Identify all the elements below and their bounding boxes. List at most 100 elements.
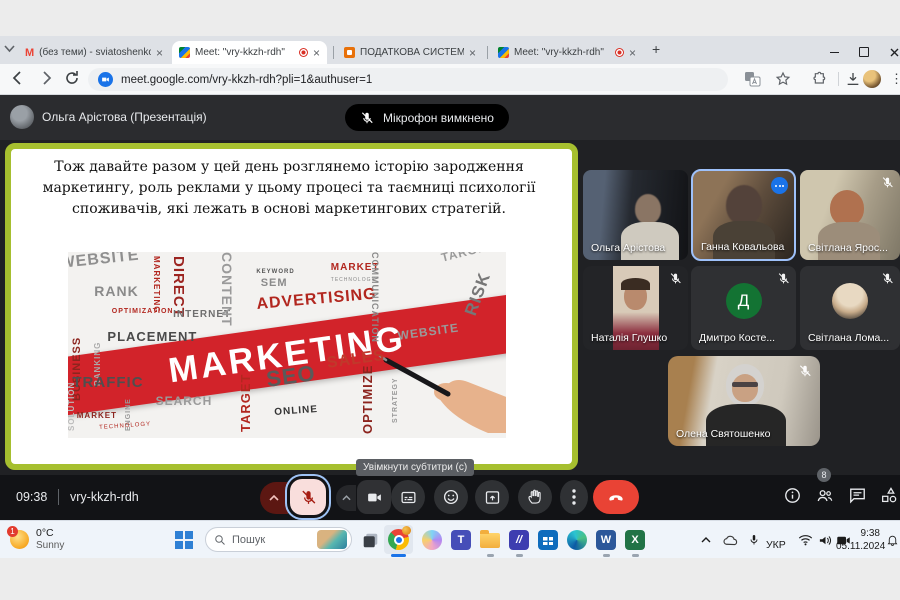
participant-video [830, 190, 864, 226]
wordcloud-word: TARGET [440, 252, 496, 264]
language-indicator[interactable]: УКР [766, 535, 786, 553]
tab-close-icon[interactable]: × [156, 47, 163, 59]
task-view-button[interactable] [358, 528, 382, 552]
download-icon[interactable] [845, 71, 861, 87]
new-tab-button[interactable]: + [652, 41, 660, 57]
meet-icon [498, 47, 509, 58]
participant-name: Ганна Ковальова [701, 241, 784, 253]
participant-tile[interactable]: Олена Святошенко [668, 356, 820, 446]
participant-name: Ольга Арістова [591, 242, 665, 254]
tab-divider [333, 46, 334, 59]
bookmark-star-icon[interactable] [775, 71, 791, 87]
word-icon: W [596, 530, 616, 550]
file-explorer-button[interactable] [478, 528, 502, 552]
bell-icon [886, 533, 899, 547]
tray-clock[interactable]: 9:38 05.11.2024 [836, 527, 880, 553]
window-restore-button[interactable] [854, 42, 874, 62]
forward-icon[interactable] [38, 70, 54, 86]
participant-tile[interactable]: Світлана Ярос... [800, 170, 900, 260]
teams-button[interactable]: T [449, 528, 473, 552]
tab-close-icon[interactable]: × [629, 47, 636, 59]
camera-toggle-button[interactable] [357, 480, 391, 514]
running-indicator [391, 554, 406, 557]
search-placeholder: Пошук [232, 534, 311, 546]
window-minimize-button[interactable] [824, 42, 844, 62]
word-button[interactable]: W [594, 528, 618, 552]
mic-toggle-button[interactable] [290, 479, 326, 515]
medoc-app-button[interactable]: // [507, 528, 531, 552]
tab-meet-2[interactable]: Meet: "vry-kkzh-rdh" × [491, 41, 643, 64]
reload-icon[interactable] [64, 70, 80, 86]
translate-icon[interactable] [745, 72, 761, 87]
present-button[interactable] [475, 480, 509, 514]
wordcloud-word: MARKET [77, 412, 117, 420]
tab-close-icon[interactable]: × [469, 47, 476, 59]
edge-button[interactable] [565, 528, 589, 552]
tab-gmail[interactable]: M (без теми) - sviatoshenko@rfk × [18, 41, 170, 64]
excel-button[interactable]: X [623, 528, 647, 552]
mic-off-icon [777, 272, 790, 285]
tab-tax-system[interactable]: ПОДАТКОВА СИСТЕМА ЕПД/ × [337, 41, 483, 64]
tab-divider [487, 46, 488, 59]
tab-search-chevron-icon[interactable] [4, 45, 15, 53]
back-icon[interactable] [10, 70, 26, 86]
participant-tile[interactable]: Д Дмитро Косте... [691, 266, 796, 350]
wordcloud-word: STRATEGY [392, 378, 399, 424]
weather-widget[interactable]: 1 [10, 530, 29, 549]
edge-icon [567, 530, 587, 550]
meet-icon [179, 47, 190, 58]
store-button[interactable] [536, 528, 560, 552]
url-text: meet.google.com/vry-kkzh-rdh?pli=1&authu… [121, 74, 372, 86]
participant-photo-avatar [832, 283, 868, 319]
meeting-details-icon[interactable] [783, 486, 802, 505]
activities-icon[interactable] [879, 486, 899, 505]
weather-badge: 1 [7, 526, 18, 537]
wordcloud-word: SEO [265, 362, 317, 391]
copilot-button[interactable] [420, 528, 444, 552]
extensions-icon[interactable] [812, 71, 828, 87]
onedrive-tray-icon[interactable] [718, 528, 742, 552]
chrome-taskbar-button[interactable] [384, 525, 413, 554]
slide-text: Тож давайте разом у цей день розглянемо … [19, 157, 559, 220]
reactions-button[interactable] [434, 480, 468, 514]
url-field[interactable]: meet.google.com/vry-kkzh-rdh?pli=1&authu… [88, 68, 728, 91]
camera-options-chevron[interactable] [336, 485, 356, 511]
participant-name: Наталія Глушко [591, 332, 667, 344]
more-options-button[interactable] [560, 480, 588, 514]
mic-muted-pill[interactable]: Мікрофон вимкнено [345, 104, 509, 131]
participant-tile[interactable]: Світлана Лома... [800, 266, 900, 350]
store-icon [538, 530, 558, 550]
wordcloud-word: WEBSITE [68, 252, 140, 272]
mic-off-icon [669, 272, 682, 285]
mic-options-chevron[interactable] [260, 482, 288, 514]
mic-off-icon [798, 364, 812, 378]
leave-call-button[interactable] [593, 480, 639, 514]
marketing-wordcloud-image: MARKETING WEBSITERANKOPTIMIZATIONMARKETI… [68, 252, 506, 438]
wordcloud-word: OPTIMIZATION [112, 308, 174, 315]
captions-button[interactable] [391, 480, 425, 514]
hand-icon [526, 488, 544, 506]
participant-tile[interactable]: Ольга Арістова [583, 170, 688, 260]
participant-video [726, 185, 762, 225]
chrome-menu-icon[interactable]: ⋮ [890, 71, 900, 87]
raise-hand-button[interactable] [518, 480, 552, 514]
mic-tray-icon[interactable] [742, 528, 766, 552]
tab-meet-active[interactable]: Meet: "vry-kkzh-rdh" × [172, 41, 327, 64]
window-close-button[interactable] [884, 42, 900, 62]
start-button[interactable] [172, 528, 196, 552]
notifications-button[interactable] [880, 528, 900, 552]
chat-icon[interactable] [848, 486, 867, 505]
profile-avatar[interactable] [863, 70, 881, 88]
taskbar-search[interactable]: Пошук [205, 527, 352, 552]
participant-tile-selected[interactable]: Ганна Ковальова [691, 169, 796, 261]
tray-expand-button[interactable] [694, 528, 718, 552]
participant-tile[interactable]: Наталія Глушко [583, 266, 688, 350]
tab-label: Meet: "vry-kkzh-rdh" [195, 47, 294, 58]
tab-close-icon[interactable]: × [313, 47, 320, 59]
running-indicator [487, 554, 494, 557]
copilot-icon [422, 530, 442, 550]
tile-options-menu-icon[interactable] [771, 177, 788, 194]
people-icon[interactable] [815, 486, 835, 505]
tax-system-icon [344, 47, 355, 58]
camera-icon [366, 489, 383, 506]
